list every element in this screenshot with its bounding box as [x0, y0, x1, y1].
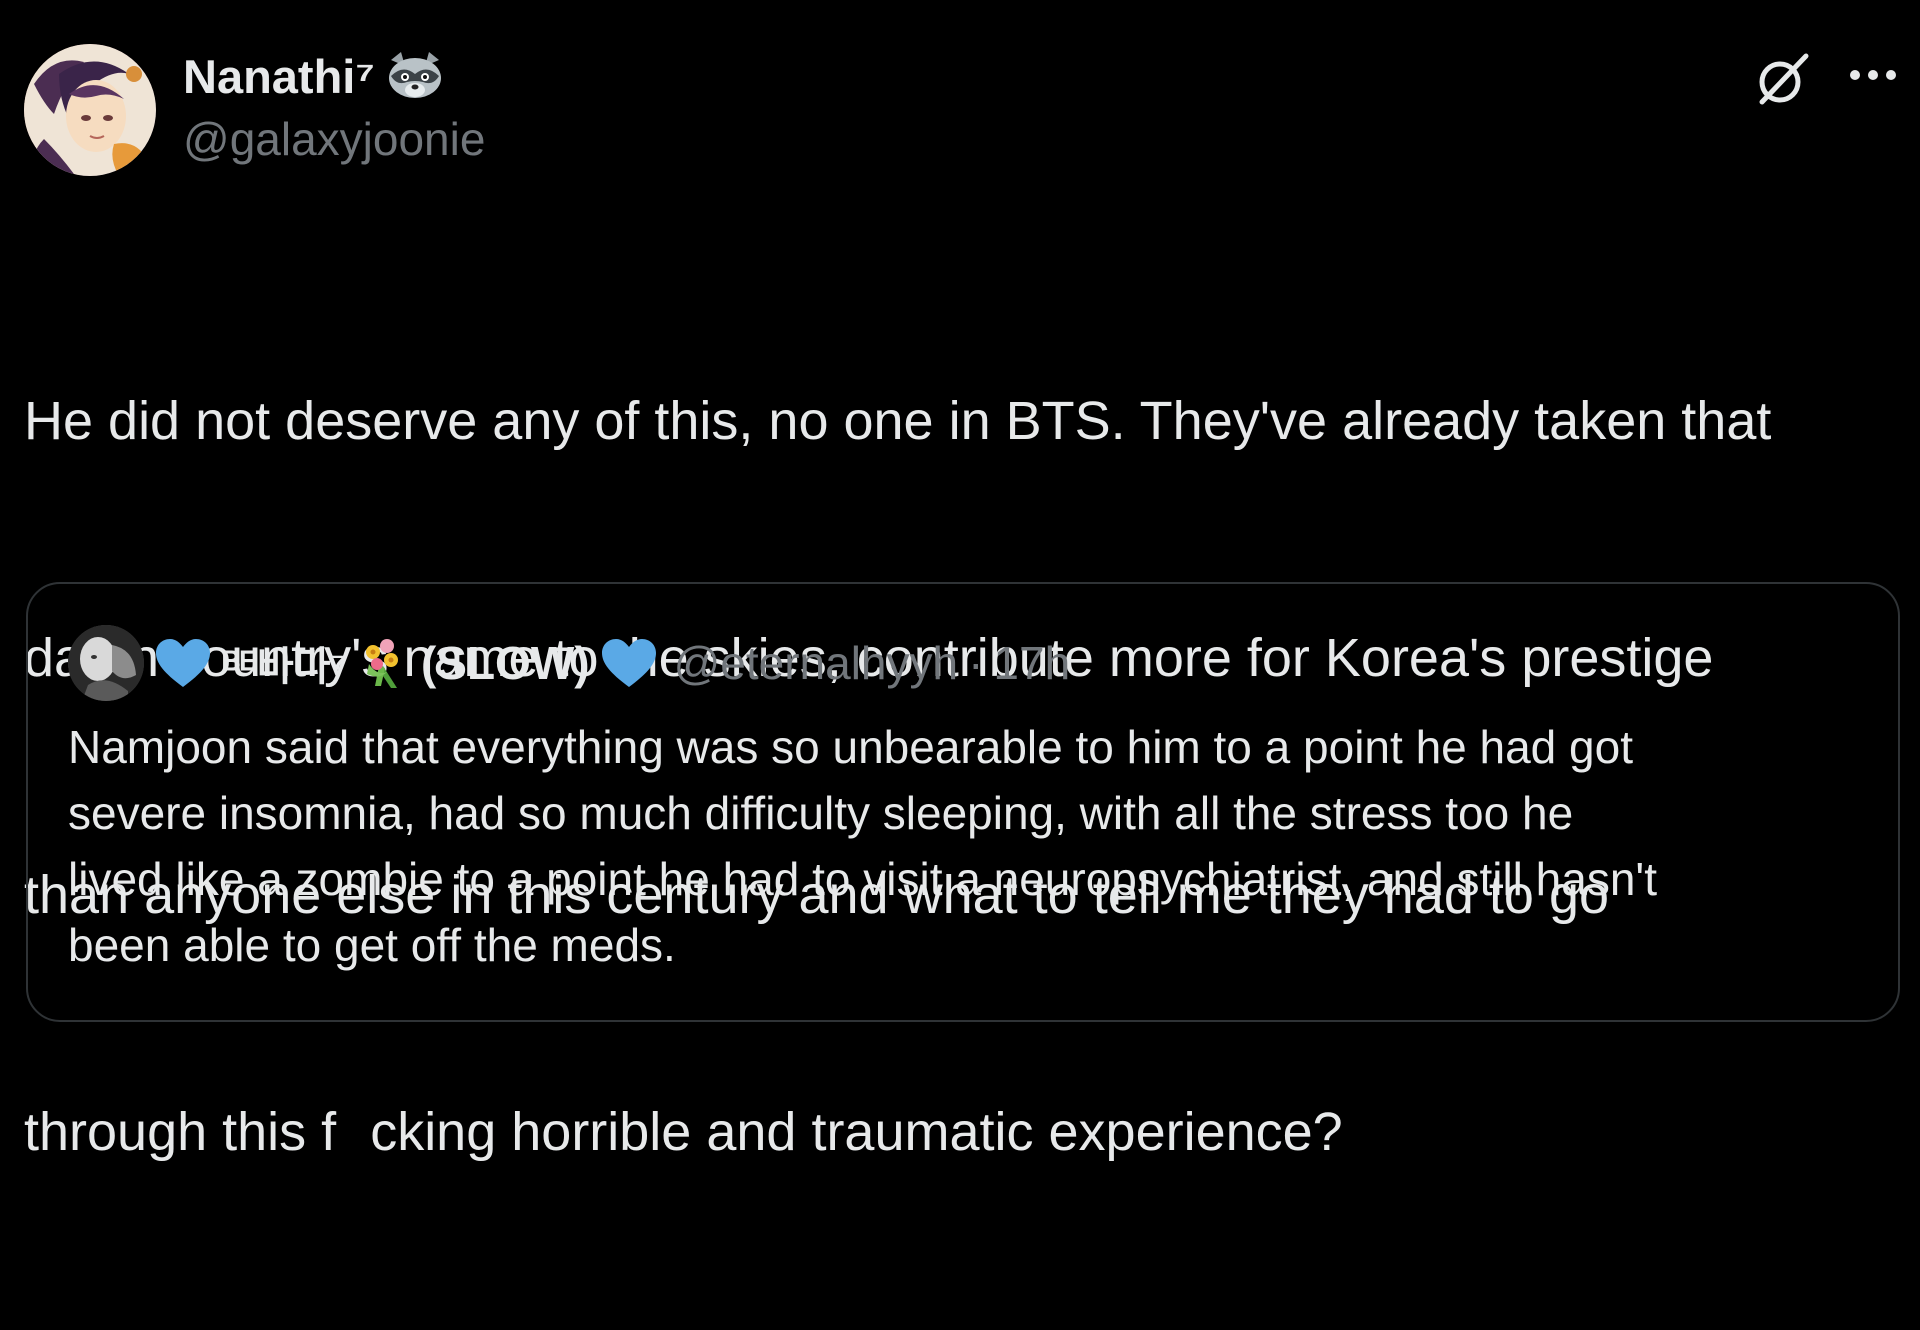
quoted-text-line: been able to get off the meds. [68, 919, 676, 971]
quoted-tweet-text: Namjoon said that everything was so unbe… [68, 714, 1868, 978]
more-options-icon[interactable] [1846, 60, 1900, 90]
quoted-text-line: severe insomnia, had so much difficulty … [68, 787, 1574, 839]
tweet-text-line: He did not deserve any of this, no one i… [24, 391, 1772, 451]
tweet-text-fragment: cking horrible and traumatic experience? [370, 1102, 1343, 1162]
meta-separator: · [968, 637, 984, 689]
bouquet-icon [357, 636, 411, 690]
quoted-author-name-part[interactable]: ᴮᴱ바다⁷ [222, 634, 347, 692]
quoted-tweet[interactable]: ᴮᴱ바다⁷ (SLOW) @eternalhyyh · 17h Namjoon … [26, 582, 1900, 1022]
quoted-author-avatar[interactable] [68, 625, 144, 701]
quoted-text-line: Namjoon said that everything was so unbe… [68, 721, 1633, 773]
raccoon-icon [385, 50, 445, 102]
tweet-text-fragment: through this f [24, 1102, 337, 1162]
quoted-tweet-timestamp[interactable]: 17h [993, 636, 1070, 690]
author-handle[interactable]: @galaxyjoonie [183, 112, 485, 166]
author-name-row: Nanathi⁷ [183, 48, 445, 104]
blue-heart-icon [600, 637, 658, 689]
quoted-author-handle[interactable]: @eternalhyyh [674, 636, 959, 690]
grok-icon[interactable] [1752, 48, 1814, 110]
tweet: Nanathi⁷ @galaxyjoonie He did not deserv… [0, 0, 1920, 1162]
quoted-text-line: lived like a zombie to a point he had to… [68, 853, 1657, 905]
quoted-tweet-header: ᴮᴱ바다⁷ (SLOW) @eternalhyyh · 17h [68, 624, 1070, 702]
author-avatar[interactable] [24, 44, 156, 176]
tweet-text-line-last: through this f cking horrible and traumat… [24, 1093, 1904, 1172]
author-display-name[interactable]: Nanathi⁷ [183, 49, 375, 104]
blue-heart-icon [154, 637, 212, 689]
anime-avatar-icon [24, 44, 156, 176]
quoted-author-name-part[interactable]: (SLOW) [421, 636, 590, 690]
